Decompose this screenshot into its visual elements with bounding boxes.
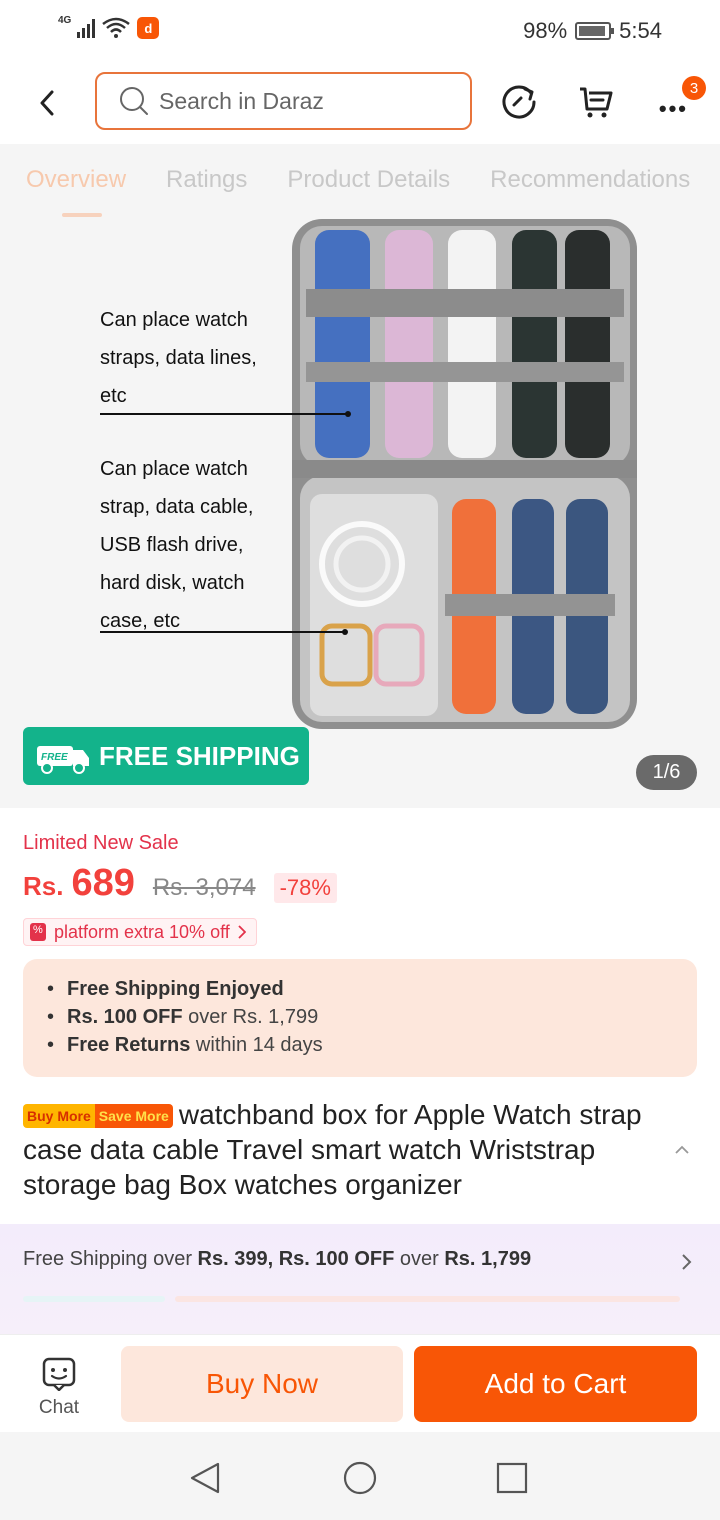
chevron-up-icon[interactable] xyxy=(672,1143,692,1157)
save-more-tag: Save More xyxy=(94,1104,173,1128)
perk-item: Rs. 100 OFF over Rs. 1,799 xyxy=(47,1003,697,1031)
perk-item: Free Returns within 14 days xyxy=(47,1031,697,1059)
nav-back-icon[interactable] xyxy=(186,1458,226,1498)
battery-icon xyxy=(575,22,615,40)
price-row: Rs. 689 Rs. 3,074 -78% xyxy=(23,862,337,905)
buy-more-tag: Buy More xyxy=(23,1104,95,1128)
status-right: 98% 5:54 xyxy=(523,18,662,44)
callout-line: Can place watch xyxy=(100,458,248,480)
callout-line: strap, data cable, xyxy=(100,496,254,518)
search-input[interactable] xyxy=(159,87,439,115)
status-left: 4G d xyxy=(58,14,160,40)
platform-voucher[interactable]: platform extra 10% off xyxy=(23,918,257,946)
network-type: 4G xyxy=(58,14,72,26)
back-icon xyxy=(40,90,54,116)
signal-icon xyxy=(77,18,96,38)
callout-line: straps, data lines, xyxy=(100,347,257,369)
active-tab-indicator xyxy=(62,213,102,217)
add-to-cart-button[interactable]: Add to Cart xyxy=(414,1346,697,1422)
callout-bottom: Can place watch strap, data cable, USB f… xyxy=(100,450,253,640)
status-bar: 4G d 98% 5:54 xyxy=(0,0,720,62)
shipping-promo-bar[interactable]: Free Shipping over Rs. 399, Rs. 100 OFF … xyxy=(0,1224,720,1334)
nav-recents-icon[interactable] xyxy=(492,1458,532,1498)
top-bar: ••• 3 xyxy=(0,62,720,144)
callout-line: case, etc xyxy=(100,610,181,632)
chat-button[interactable]: Chat xyxy=(24,1357,94,1419)
discount-badge: -78% xyxy=(273,873,337,903)
bottom-action-bar: Chat Buy Now Add to Cart xyxy=(0,1334,720,1432)
price-currency: Rs. xyxy=(23,871,64,901)
back-button[interactable] xyxy=(30,86,64,120)
perks-panel: Free Shipping Enjoyed Rs. 100 OFF over R… xyxy=(23,959,697,1077)
original-price: Rs. 3,074 xyxy=(152,874,256,901)
clock: 5:54 xyxy=(619,18,662,43)
search-bar[interactable] xyxy=(95,72,472,130)
image-counter: 1/6 xyxy=(636,755,697,790)
promo-progress-left xyxy=(23,1296,165,1302)
free-shipping-badge: FREE FREE SHIPPING xyxy=(23,727,309,785)
voucher-icon xyxy=(30,923,46,941)
more-icon: ••• xyxy=(658,96,688,121)
shipping-promo-text: Free Shipping over Rs. 399, Rs. 100 OFF … xyxy=(23,1248,532,1270)
free-tag: FREE xyxy=(41,752,68,763)
callout-line: Can place watch xyxy=(100,309,248,331)
callout-line: USB flash drive, xyxy=(100,534,244,556)
buy-now-button[interactable]: Buy Now xyxy=(121,1346,403,1422)
battery-percent: 98% xyxy=(523,18,568,43)
more-menu-button[interactable]: ••• xyxy=(659,96,688,122)
sale-label: Limited New Sale xyxy=(23,832,179,854)
cart-button[interactable] xyxy=(576,82,616,122)
callout-line: etc xyxy=(100,385,127,407)
share-button[interactable] xyxy=(500,82,540,122)
nav-home-icon[interactable] xyxy=(340,1458,380,1498)
callout-top: Can place watch straps, data lines, etc xyxy=(100,301,257,415)
tab-product-details[interactable]: Product Details xyxy=(287,166,450,194)
promo-progress-right xyxy=(175,1296,680,1302)
search-icon xyxy=(120,87,148,115)
wifi-icon xyxy=(102,17,131,38)
section-tabs: Overview Ratings Product Details Recomme… xyxy=(26,166,690,194)
product-title: Buy More Save More watchband box for Apple… xyxy=(23,1097,673,1202)
cart-icon xyxy=(580,87,613,118)
tab-ratings[interactable]: Ratings xyxy=(166,166,247,194)
chevron-right-icon xyxy=(682,1254,692,1270)
tab-overview[interactable]: Overview xyxy=(26,166,126,194)
truck-icon: FREE xyxy=(37,746,89,774)
chat-icon xyxy=(42,1357,76,1391)
chevron-right-icon xyxy=(238,925,246,939)
chat-label: Chat xyxy=(38,1397,80,1418)
app-notification-icon: d xyxy=(137,17,160,39)
share-icon xyxy=(502,85,536,119)
current-price: 689 xyxy=(71,862,135,904)
free-shipping-label: FREE SHIPPING xyxy=(99,740,300,771)
tab-recommendations[interactable]: Recommendations xyxy=(490,166,690,194)
callout-line: hard disk, watch xyxy=(100,572,245,594)
cart-count-badge: 3 xyxy=(682,76,706,100)
voucher-label: platform extra 10% off xyxy=(54,921,230,942)
perk-item: Free Shipping Enjoyed xyxy=(47,975,697,1003)
product-gallery[interactable]: Overview Ratings Product Details Recomme… xyxy=(0,144,720,808)
system-navigation-bar xyxy=(0,1432,720,1520)
